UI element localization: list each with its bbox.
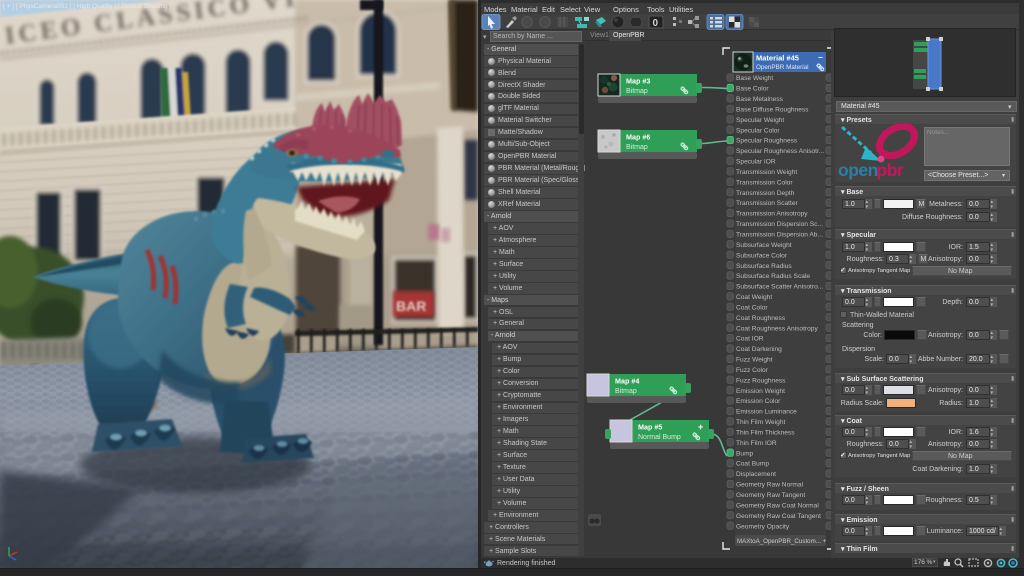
svg-text:Thin Film Weight: Thin Film Weight — [736, 419, 786, 426]
svg-text:Coat Darkening: Coat Darkening — [736, 346, 782, 353]
svg-text:Coat Roughness: Coat Roughness — [736, 315, 786, 322]
svg-text:Fuzz Color: Fuzz Color — [736, 367, 769, 374]
svg-text:Base Metalness: Base Metalness — [736, 96, 784, 103]
svg-text:0: 0 — [653, 18, 659, 29]
svg-text:Map #3: Map #3 — [626, 77, 650, 86]
svg-text:Transmission Scatter: Transmission Scatter — [736, 200, 798, 207]
svg-text:−: − — [818, 53, 823, 62]
svg-text:+: + — [698, 422, 703, 432]
svg-text:Subsurface Radius Scale: Subsurface Radius Scale — [736, 273, 810, 280]
svg-text:Geometry Raw Coat Tangent: Geometry Raw Coat Tangent — [736, 513, 821, 520]
svg-text:Specular Weight: Specular Weight — [736, 117, 784, 124]
svg-text:Map #6: Map #6 — [626, 133, 650, 142]
svg-text:[ + ] [ PhysCamera001 ] [ High: [ + ] [ PhysCamera001 ] [ High Quality ]… — [3, 3, 171, 10]
svg-text:Emission Luminance: Emission Luminance — [736, 409, 797, 416]
svg-text:Coat Color: Coat Color — [736, 304, 768, 311]
svg-text:Coat Weight: Coat Weight — [736, 294, 772, 301]
svg-text:Fuzz Roughness: Fuzz Roughness — [736, 377, 786, 384]
svg-text:Base Weight: Base Weight — [736, 75, 773, 82]
svg-text:Base Diffuse Roughness: Base Diffuse Roughness — [736, 106, 809, 113]
svg-text:Transmission Anisotropy: Transmission Anisotropy — [736, 211, 808, 218]
svg-text:Subsurface Radius: Subsurface Radius — [736, 263, 792, 270]
svg-text:Geometry Opacity: Geometry Opacity — [736, 523, 790, 530]
svg-text:pbr: pbr — [877, 160, 904, 180]
svg-text:Bitmap: Bitmap — [615, 388, 637, 395]
svg-text:open: open — [838, 160, 878, 180]
svg-text:Normal Bump: Normal Bump — [638, 434, 681, 441]
svg-text:Base Color: Base Color — [736, 86, 769, 93]
svg-text:Subsurface Weight: Subsurface Weight — [736, 242, 792, 249]
svg-text:Bitmap: Bitmap — [626, 144, 648, 151]
svg-text:Coat Bump: Coat Bump — [736, 461, 769, 468]
svg-text:Geometry Raw Normal: Geometry Raw Normal — [736, 482, 804, 489]
svg-text:OpenPBR Material: OpenPBR Material — [756, 64, 809, 71]
svg-text:Specular Color: Specular Color — [736, 127, 780, 134]
svg-text:Thin Film Thickness: Thin Film Thickness — [736, 429, 795, 436]
svg-text:MAXtoA_OpenPBR_Custom... +: MAXtoA_OpenPBR_Custom... + — [737, 538, 827, 545]
svg-text:Transmission Depth: Transmission Depth — [736, 190, 795, 197]
svg-text:Specular Roughness: Specular Roughness — [736, 138, 798, 145]
svg-text:Displacement: Displacement — [736, 471, 776, 478]
svg-text:Transmission Dispersion Sc...: Transmission Dispersion Sc... — [736, 221, 823, 228]
svg-text:Bump: Bump — [736, 450, 754, 457]
svg-text:Bitmap: Bitmap — [626, 88, 648, 95]
svg-text:Subsurface Scatter Anisotro...: Subsurface Scatter Anisotro... — [736, 284, 823, 291]
svg-text:BAR: BAR — [396, 298, 426, 314]
svg-text:Material #45: Material #45 — [756, 54, 799, 63]
svg-text:Transmission Color: Transmission Color — [736, 179, 793, 186]
svg-text:Emission Weight: Emission Weight — [736, 388, 785, 395]
svg-text:Map #5: Map #5 — [638, 423, 662, 432]
svg-text:Coat IOR: Coat IOR — [736, 336, 764, 343]
svg-text:Specular Roughness Anisotr...: Specular Roughness Anisotr... — [736, 148, 825, 155]
svg-text:Geometry Raw Coat Normal: Geometry Raw Coat Normal — [736, 502, 819, 509]
svg-text:Geometry Raw Tangent: Geometry Raw Tangent — [736, 492, 805, 499]
svg-text:Specular IOR: Specular IOR — [736, 159, 776, 166]
svg-text:Map #4: Map #4 — [615, 377, 639, 386]
svg-text:Transmission Dispersion Ab...: Transmission Dispersion Ab... — [736, 232, 823, 239]
svg-text:Transmission Weight: Transmission Weight — [736, 169, 797, 176]
